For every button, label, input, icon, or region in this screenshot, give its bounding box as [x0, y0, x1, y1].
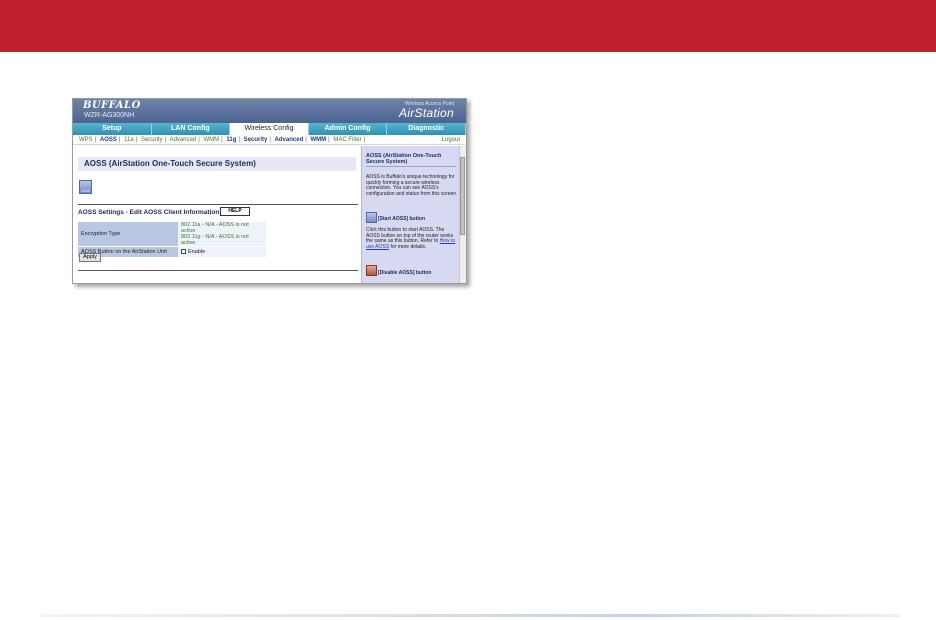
sidebar-title: AOSS (AirStation One-Touch Secure System… [366, 153, 442, 165]
table-row: AOSS Button on the AirStation Unit Enabl… [78, 246, 266, 258]
subnav-11a-advanced[interactable]: Advanced [170, 137, 197, 143]
encryption-11a-status: 802.11a - N/A - AOSS is not active [181, 222, 249, 234]
start-aoss-icon [366, 212, 377, 223]
subnav-11a-security[interactable]: Security [141, 137, 163, 143]
subnav-aoss[interactable]: AOSS [100, 137, 117, 143]
subnav-11a[interactable]: 11a [124, 137, 134, 143]
main-content: AOSS (AirStation One-Touch Secure System… [73, 146, 361, 283]
logout-link[interactable]: Logout [442, 135, 460, 145]
tab-lan-config[interactable]: LAN Config [151, 123, 231, 135]
sidebar-intro: AOSS is Buffalo's unique technology for … [366, 174, 458, 197]
model-name: WZR-AG300NH [84, 112, 135, 119]
subnav-11g-wmm[interactable]: WMM [310, 137, 326, 143]
top-banner [0, 0, 936, 52]
subnav-11g[interactable]: 11g [226, 137, 236, 143]
aoss-button-value: Enable [178, 246, 266, 258]
help-button[interactable]: HELP [220, 207, 250, 216]
encryption-type-label: Encryption Type [78, 222, 178, 247]
subnav-wps[interactable]: WPS [79, 137, 93, 143]
divider [78, 204, 358, 205]
help-sidebar: AOSS (AirStation One-Touch Secure System… [361, 146, 459, 283]
tab-admin-config[interactable]: Admin Config [308, 123, 388, 135]
start-aoss-button[interactable] [79, 180, 92, 194]
brand-logo: BUFFALO [83, 100, 141, 111]
subnav-11g-advanced[interactable]: Advanced [275, 137, 304, 143]
router-header: BUFFALO WZR-AG300NH Wireless Access Poin… [73, 99, 466, 123]
encryption-11g-status: 802.11g - N/A - AOSS is not active [181, 234, 249, 246]
page-title: AOSS (AirStation One-Touch Secure System… [78, 157, 356, 171]
router-screenshot: BUFFALO WZR-AG300NH Wireless Access Poin… [72, 98, 467, 284]
divider [78, 270, 358, 271]
scrollbar-thumb[interactable] [460, 157, 465, 235]
disable-aoss-icon [366, 265, 377, 276]
enable-checkbox[interactable] [181, 249, 186, 255]
settings-heading: AOSS Settings - Edit AOSS Client Informa… [78, 209, 220, 216]
subnav-11g-security[interactable]: Security [244, 137, 268, 143]
sub-navigation: WPS | AOSS | 11a | Security | Advanced | WMM |… [73, 135, 466, 145]
main-tabs: Setup LAN Config Wireless Config Admin C… [73, 123, 466, 135]
tab-setup[interactable]: Setup [73, 123, 152, 135]
enable-label: Enable [188, 249, 206, 255]
apply-button[interactable]: Apply [79, 253, 101, 262]
bottom-rule [40, 614, 900, 617]
settings-table: Encryption Type 802.11a - N/A - AOSS is … [78, 222, 266, 258]
start-aoss-label: [Start AOSS] button [378, 216, 426, 222]
start-aoss-description: Click this button to start AOSS. The AOS… [366, 227, 456, 250]
product-name: AirStation [398, 106, 454, 120]
subnav-11a-wmm[interactable]: WMM [203, 137, 219, 143]
subnav-mac-filter[interactable]: MAC Filter [333, 137, 361, 143]
tab-wireless-config[interactable]: Wireless Config [230, 123, 309, 135]
table-row: Encryption Type 802.11a - N/A - AOSS is … [78, 222, 266, 247]
tab-diagnostic[interactable]: Diagnostic [387, 123, 466, 135]
disable-aoss-label: [Disable AOSS] button [378, 270, 432, 276]
sidebar-divider [366, 166, 456, 167]
encryption-type-value: 802.11a - N/A - AOSS is not active 802.1… [178, 222, 266, 247]
